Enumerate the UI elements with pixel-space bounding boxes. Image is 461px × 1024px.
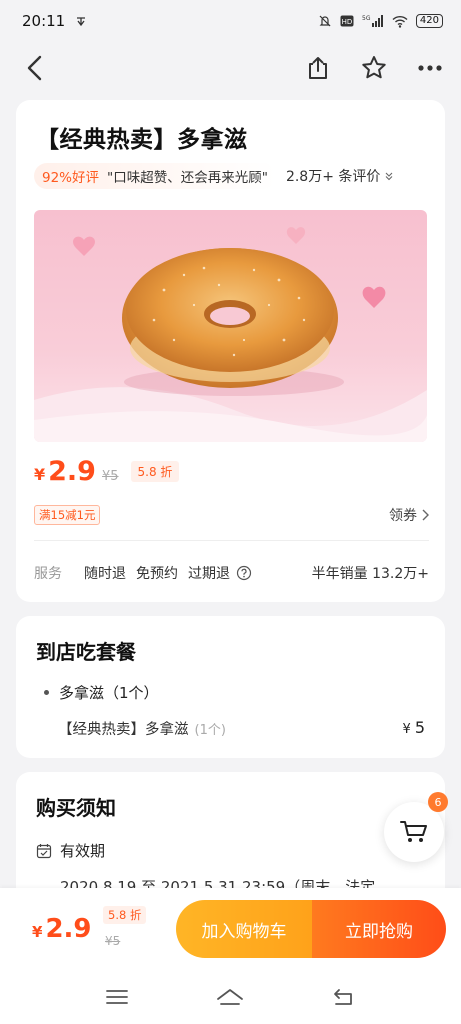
nav-actions [301,51,447,85]
battery-indicator: 420 [415,14,443,28]
package-sub-name: 【经典热卖】多拿滋 [58,722,189,738]
rating-pill[interactable]: 92%好评 "口味超赞、还会再来光顾" [34,163,276,189]
review-count: 2.8万+ 条评价 [285,169,381,185]
original-price: ¥5 [101,469,119,484]
cart-count-badge: 6 [428,792,448,812]
package-price-value: 5 [414,718,425,737]
chevron-down-icon [386,172,393,181]
validity-label: 有效期 [60,842,106,860]
product-title: 【经典热卖】多拿滋 [36,127,248,153]
floating-cart-button[interactable]: 6 [384,792,448,862]
discount-tag: 5.8 折 [130,461,180,482]
package-price-symbol: ¥ [402,722,411,737]
service-item: 免预约 [136,566,178,582]
bottom-price-value: 2.9 [45,914,92,944]
notice-title: 购买须知 [36,796,116,820]
share-icon [309,57,327,79]
rating-row: 92%好评 "口味超赞、还会再来光顾" 2.8万+ 条评价 [34,162,434,190]
package-card: 到店吃套餐 多拿滋（1个） 【经典热卖】多拿滋 (1个) ¥5 [16,616,445,758]
package-item: 多拿滋（1个） [44,682,159,703]
back-button[interactable] [18,51,52,85]
bullet-dot [44,690,49,695]
status-left: 20:11 [22,12,87,30]
top-nav-bar [0,42,461,94]
get-coupon-label: 领券 [389,508,417,524]
home-icon [217,989,244,1005]
bottom-original-price: ¥5 [105,934,121,948]
rating-percentage: 92%好评 [42,170,100,186]
hd-icon: HD [340,15,354,27]
back-system-button[interactable] [324,977,364,1017]
price-symbol: ¥ [34,465,46,484]
network-label: 5G [362,15,371,22]
svg-text:HD: HD [342,18,353,26]
bottom-price-symbol: ¥ [32,923,43,941]
validity-row: 有效期 [36,840,105,861]
package-sub-item: 【经典热卖】多拿滋 (1个) [58,718,226,739]
mute-icon [318,14,332,28]
service-item: 过期退 [188,566,230,582]
bottom-discount-tag: 5.8 折 [103,906,147,924]
divider [34,540,429,541]
back-arrow-icon [27,55,42,81]
wifi-icon [392,15,408,28]
get-coupon-button[interactable]: 领券 [389,505,429,525]
share-button[interactable] [301,51,335,85]
status-time: 20:11 [22,12,66,30]
bottom-action-bar: ¥ 2.9 5.8 折 ¥5 加入购物车 立即抢购 [0,888,461,970]
calendar-check-icon [36,843,52,858]
menu-button[interactable] [97,977,137,1017]
help-icon[interactable] [236,565,252,581]
add-to-cart-button[interactable]: 加入购物车 [176,900,312,958]
donut-image [34,227,427,442]
app-notification-icon [75,15,87,27]
product-image[interactable] [34,210,427,442]
status-right: HD 5G 420 [318,14,443,28]
package-title: 到店吃套餐 [36,640,136,664]
buy-now-button[interactable]: 立即抢购 [312,900,446,958]
system-nav-bar [0,970,461,1024]
status-bar: 20:11 HD 5G 420 [0,0,461,42]
coupon-tag: 满15减1元 [34,505,101,525]
package-price: ¥5 [403,718,425,737]
signal-icon: 5G [362,14,384,28]
sales-count: 半年销量 13.2万+ [311,566,429,582]
back-return-icon [334,989,353,1005]
review-count-link[interactable]: 2.8万+ 条评价 [286,166,394,186]
more-button[interactable] [413,51,447,85]
more-dots-icon [418,65,442,71]
service-label: 服务 [34,566,62,582]
shopping-cart-icon [400,821,427,842]
product-card: 【经典热卖】多拿滋 92%好评 "口味超赞、还会再来光顾" 2.8万+ 条评价 [16,100,445,602]
star-icon [362,56,386,79]
chevron-right-icon [422,509,429,521]
home-button[interactable] [210,977,250,1017]
price-row: ¥ 2.9 ¥5 5.8 折 [34,456,180,487]
bottom-price: ¥ 2.9 [32,914,92,944]
coupon-row: 满15减1元 领券 [34,504,429,526]
current-price: 2.9 [48,456,96,487]
package-item-name: 多拿滋（1个） [59,684,159,702]
service-item: 随时退 [84,566,126,582]
package-sub-qty: (1个) [194,723,226,738]
rating-quote: "口味超赞、还会再来光顾" [107,170,268,186]
menu-icon [105,990,128,1004]
service-row: 服务 随时退 免预约 过期退 半年销量 13.2万+ [34,562,429,584]
favorite-button[interactable] [357,51,391,85]
